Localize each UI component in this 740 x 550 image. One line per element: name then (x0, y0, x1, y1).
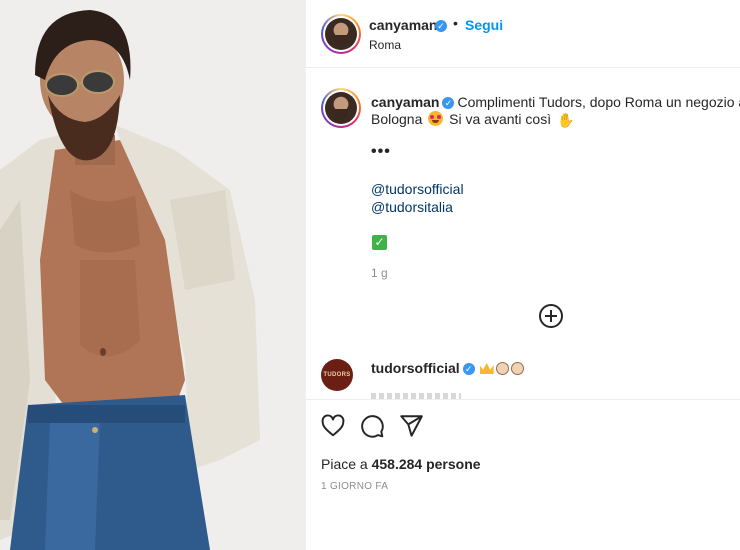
author-avatar[interactable] (321, 14, 361, 54)
comment-icon (361, 415, 384, 438)
post-date[interactable]: 1 GIORNO FA (321, 481, 388, 492)
share-button[interactable] (398, 413, 424, 439)
separator-dot: • (453, 15, 458, 31)
post-header: canyaman ✓ • Segui Roma (306, 0, 740, 68)
verified-badge-icon: ✓ (462, 363, 475, 375)
comment-button[interactable] (359, 413, 385, 439)
commenter-username[interactable]: tudorsofficial (371, 360, 460, 376)
like-button[interactable] (320, 413, 346, 439)
caption-line-1: canyaman ✓ Complimenti Tudors, dopo Roma u… (371, 93, 740, 112)
clapping-emoji-icon (510, 362, 524, 375)
caption-text-city: Bologna (371, 111, 423, 127)
post-actions: Piace a 458.284 persone 1 GIORNO FA (306, 399, 740, 550)
commenter-avatar[interactable]: TUDORS (321, 359, 353, 391)
post-sidebar: canyaman ✓ • Segui Roma canyaman ✓ Complim… (305, 0, 740, 550)
share-icon (400, 415, 423, 437)
caption-timestamp[interactable]: 1 g (371, 266, 388, 280)
truncated-comment-meta (371, 391, 461, 399)
clapping-emoji-icon (495, 362, 509, 375)
comments-section[interactable]: canyaman ✓ Complimenti Tudors, dopo Roma u… (306, 69, 740, 399)
verified-badge-icon: ✓ (435, 20, 447, 32)
caption-text: Complimenti Tudors, dopo Roma un negozio… (457, 94, 740, 110)
follow-button[interactable]: Segui (465, 17, 503, 33)
crown-emoji-icon (479, 363, 494, 374)
post-image[interactable] (0, 0, 305, 550)
star-struck-emoji-icon (428, 111, 444, 126)
likes-number: 458.284 (371, 456, 423, 472)
author-username[interactable]: canyaman (369, 17, 437, 33)
caption-ellipsis: ••• (371, 143, 391, 160)
mention-link-tudorsitalia[interactable]: @tudorsitalia (371, 199, 453, 215)
verified-badge-icon: ✓ (442, 97, 455, 109)
post-photo (0, 0, 305, 550)
caption-line-2: Bologna Si va avanti così ✋ (371, 111, 574, 129)
caption-text-tail: Si va avanti così (449, 111, 552, 127)
likes-count[interactable]: Piace a 458.284 persone (321, 456, 481, 472)
check-mark-emoji-icon: ✓ (372, 235, 387, 250)
caption-username[interactable]: canyaman (371, 94, 439, 110)
mention-link-tudorsofficial[interactable]: @tudorsofficial (371, 181, 464, 197)
post-location[interactable]: Roma (369, 38, 401, 52)
heart-icon (321, 414, 345, 437)
caption-author-avatar[interactable] (321, 88, 361, 128)
clapping-hands-emoji-icon: ✋ (557, 112, 575, 128)
comment-item: tudorsofficial ✓ (371, 360, 524, 376)
load-more-comments-icon[interactable] (539, 304, 563, 328)
